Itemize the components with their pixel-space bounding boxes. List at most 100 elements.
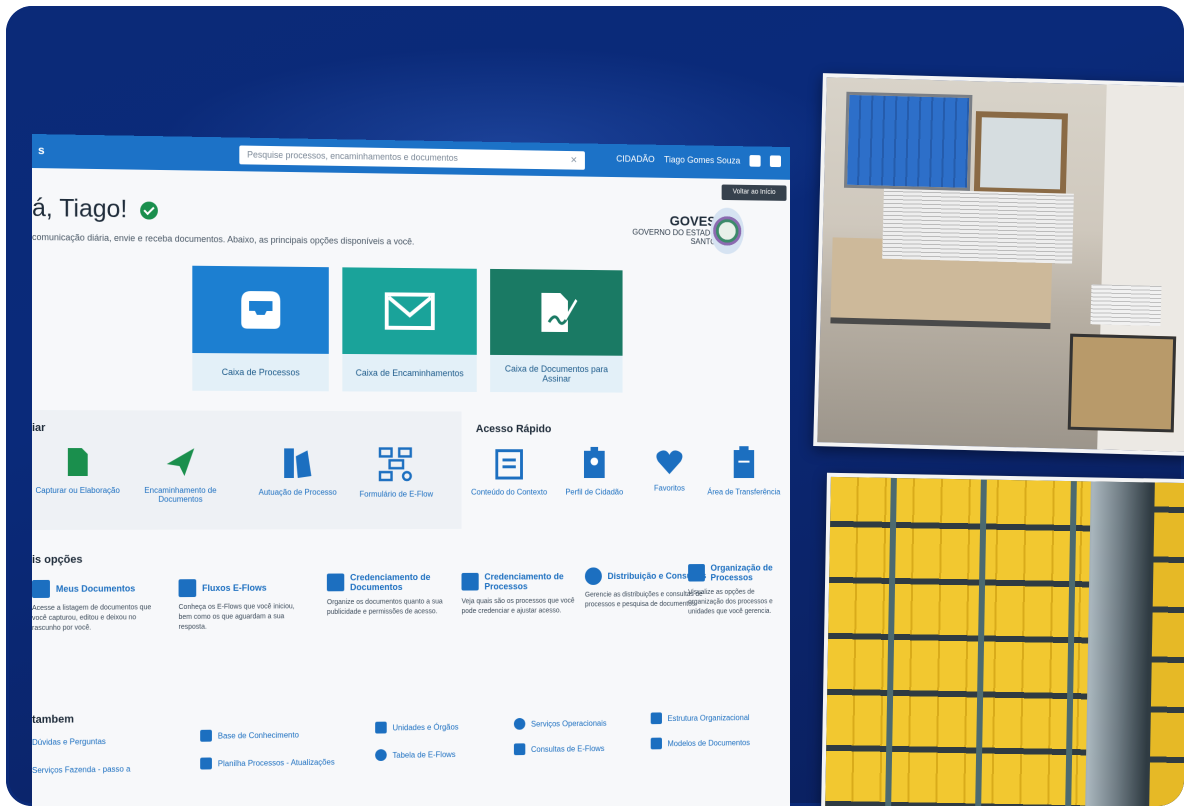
qc-capturar[interactable]: Capturar ou Elaboração [32,446,127,495]
entity-name: GOVES [632,212,716,229]
tile-processos[interactable]: Caixa de Processos [192,266,328,392]
help-icon [514,718,525,730]
qa-transferencia[interactable]: Área de Transferência [697,445,790,496]
qc-capturar-label: Capturar ou Elaboração [36,486,120,495]
tile-documentos-assinar[interactable]: Caixa de Documentos para Assinar [490,269,622,393]
building-icon [375,722,387,734]
opt-cred-documentos[interactable]: Credenciamento de Documentos Organize os… [327,572,452,618]
opt-organizacao-text: Visualize as opções de organização dos p… [688,588,781,618]
greeting-title: á, Tiago! [32,194,158,225]
tile-encaminhamentos-label: Caixa de Encaminhamentos [342,354,476,392]
qc-encaminhamento[interactable]: Encaminhamento de Documentos [131,446,229,504]
envelope-icon [384,291,436,331]
link-planilha[interactable]: Planilha Processos - Atualizações [200,756,335,770]
opt-fluxos[interactable]: Fluxos E-Flows Conheça os E-Flows que vo… [179,579,306,633]
opt-meus-documentos[interactable]: Meus Documentos Acesse a listagem de doc… [32,579,161,634]
link-base-conhecimento[interactable]: Base de Conhecimento [200,729,299,742]
opt-fluxos-text: Conheça os E-Flows que você iniciou, bem… [179,602,306,633]
question-icon [514,743,525,755]
org-icon [651,712,662,724]
paper-stacks [882,189,1074,264]
link-modelos[interactable]: Modelos de Documentos [651,736,750,749]
greeting-subtitle: comunicação diária, envie e receba docum… [32,232,414,247]
document-icon[interactable] [750,155,761,167]
qa-conteudo-label: Conteúdo do Contexto [471,488,547,497]
quick-create-card: iar Capturar ou Elaboração Encaminhament… [32,410,462,530]
flow-icon [378,447,415,482]
more-options-title: is opções [32,554,82,566]
main-tiles: Caixa de Processos Caixa de Encaminhamen… [192,266,622,393]
list-document-icon [495,449,524,480]
qc-eflow[interactable]: Formulário de E-Flow [348,447,444,499]
right-shelves [1149,483,1184,806]
search-input[interactable]: Pesquise processos, encaminhamentos e do… [239,145,585,169]
opt-meus-documentos-text: Acesse a listagem de documentos que você… [32,603,161,634]
entity-block: GOVES GOVERNO DO ESTADO SANTO [632,212,716,246]
verified-check-icon [140,202,158,220]
paper-stack-small [1090,284,1161,326]
entity-seal-icon [710,208,743,255]
tile-documentos-assinar-label: Caixa de Documentos para Assinar [490,355,622,393]
opt-meus-documentos-title: Meus Documentos [56,583,135,593]
opt-organizacao-title: Organização de Processos [710,563,781,583]
office-cabinet [1068,334,1176,433]
blue-shelves [844,92,972,191]
link-estrutura[interactable]: Estrutura Organizacional [651,711,750,724]
see-also-title: tambem [32,714,74,726]
app-brand: s [38,143,45,157]
search-clear-icon[interactable]: ✕ [570,151,577,170]
paper-plane-icon [165,446,196,478]
binder-icon [282,446,313,480]
opt-cred-documentos-title: Credenciamento de Documentos [350,572,452,592]
sign-document-icon [536,289,578,336]
opt-cred-processos-title: Credenciamento de Processos [484,571,584,591]
archive-office-photo [813,73,1184,456]
file-icon [66,446,90,478]
qc-eflow-label: Formulário de E-Flow [360,490,434,499]
link-servicos[interactable]: Serviços Operacionais [514,717,607,730]
tile-processos-label: Caixa de Processos [192,353,328,391]
database-icon [688,564,705,581]
link-consultas-eflows[interactable]: Consultas de E-Flows [514,742,605,755]
documents-icon [32,580,50,598]
link-servicos-fazenda[interactable]: Serviços Fazenda - passo a [32,765,130,775]
globe-icon [375,749,387,761]
opt-cred-processos[interactable]: Credenciamento de Processos Veja quais s… [462,571,585,617]
link-duvidas[interactable]: Dúvidas e Perguntas [32,737,106,747]
entity-line2: SANTO [632,236,716,246]
user-name[interactable]: Tiago Gomes Souza [664,155,740,166]
greeting-text: á, Tiago! [32,194,127,223]
back-button[interactable]: Voltar ao Início [722,185,787,201]
qa-favoritos-label: Favoritos [654,484,685,493]
promo-frame: s Pesquise processos, encaminhamentos e … [6,6,1184,806]
flows-icon [179,579,197,597]
pie-chart-icon [585,567,602,585]
quick-create-title: iar [32,422,45,434]
office-window [974,111,1068,195]
search-placeholder: Pesquise processos, encaminhamentos e do… [247,150,458,163]
topbar-right: CIDADÃO Tiago Gomes Souza [616,153,781,167]
inbox-icon [237,287,284,333]
qc-autuacao[interactable]: Autuação de Processo [249,446,346,496]
app-screenshot: s Pesquise processos, encaminhamentos e … [32,134,790,806]
link-unidades[interactable]: Unidades e Órgãos [375,721,458,734]
opt-fluxos-title: Fluxos E-Flows [202,583,267,593]
opt-organizacao[interactable]: Organização de Processos Visualize as op… [688,563,781,618]
opt-cred-processos-text: Veja quais são os processos que você pod… [462,597,585,617]
tile-encaminhamentos[interactable]: Caixa de Encaminhamentos [342,267,476,392]
spreadsheet-icon [200,757,212,769]
notification-icon[interactable] [770,155,781,167]
yellow-boxes-shelves [825,477,1091,806]
qc-encaminhamento-label: Encaminhamento de Documentos [144,486,216,504]
lightbulb-icon [200,730,212,742]
qa-conteudo[interactable]: Conteúdo do Contexto [462,449,557,497]
opt-cred-documentos-text: Organize os documentos quanto a sua publ… [327,597,452,617]
id-badge-icon [582,447,607,480]
citizen-link[interactable]: CIDADÃO [616,154,654,164]
link-tabela-eflows[interactable]: Tabela de E-Flows [375,748,455,761]
heart-icon [655,449,683,476]
see-also: tambem Dúvidas e Perguntas Base de Conhe… [32,705,790,714]
entity-line1: GOVERNO DO ESTADO [632,228,716,238]
qa-transferencia-label: Área de Transferência [707,488,780,497]
user-document-icon [327,574,344,592]
